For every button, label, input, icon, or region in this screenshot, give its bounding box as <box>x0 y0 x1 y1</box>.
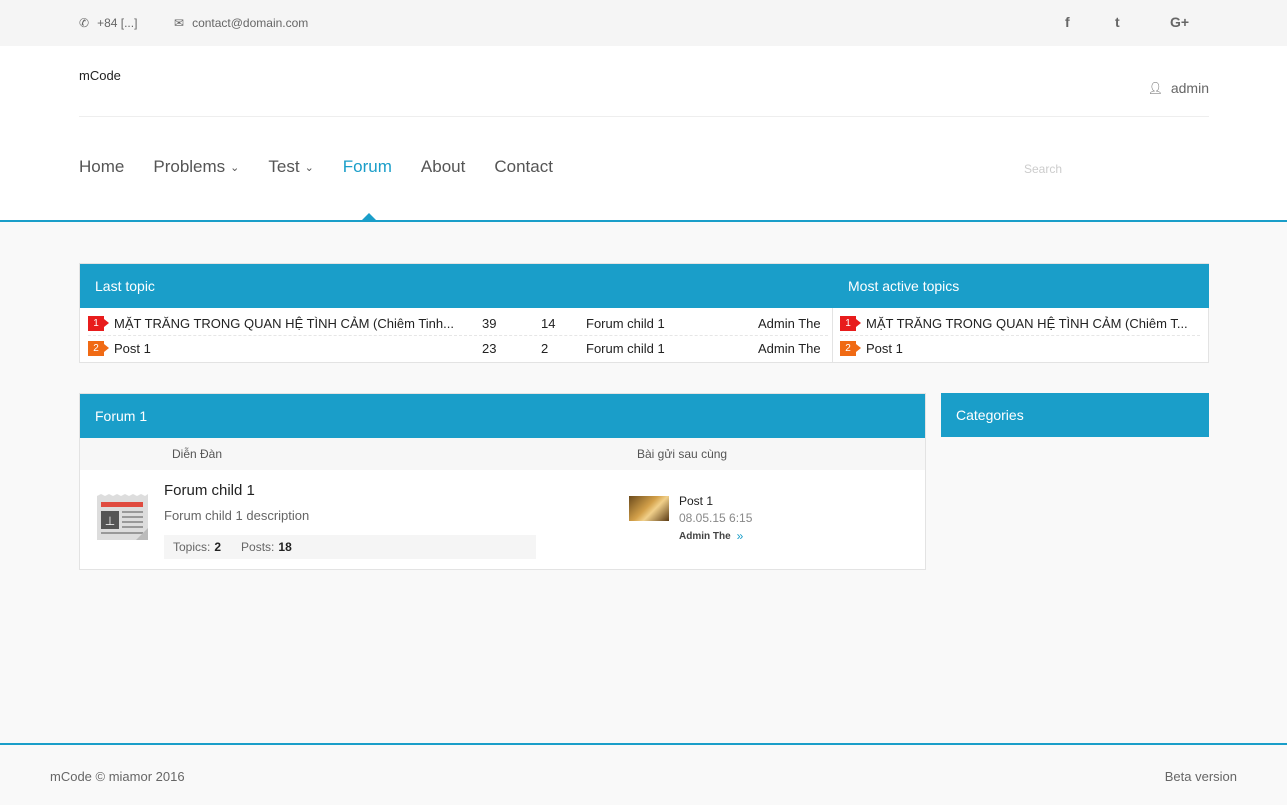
active-topic-row[interactable]: 2 Post 1 <box>840 336 1200 360</box>
top-bar: ✆ +84 [...] ✉ contact@domain.com f t G+ <box>0 0 1287 46</box>
post-thumbnail[interactable] <box>629 496 669 521</box>
topic-author[interactable]: Admin The <box>758 341 821 356</box>
nav-about[interactable]: About <box>421 157 465 177</box>
email-contact[interactable]: ✉ contact@domain.com <box>174 16 308 30</box>
nav-forum[interactable]: Forum <box>343 157 392 177</box>
main-nav: Home Problems ⌄ Test ⌄ Forum About Contact <box>79 157 582 177</box>
forum-child-title[interactable]: Forum child 1 <box>164 482 255 499</box>
phone-icon: ✆ <box>79 16 90 30</box>
nav-home[interactable]: Home <box>79 157 124 177</box>
chevron-down-icon: ⌄ <box>230 161 240 174</box>
topic-author[interactable]: Admin The <box>758 316 821 331</box>
facebook-icon[interactable]: f <box>1065 14 1070 30</box>
topic-forum[interactable]: Forum child 1 <box>586 341 758 356</box>
newspaper-icon: ⊥ <box>96 494 148 542</box>
rank-badge: 1 <box>840 316 861 331</box>
forum-stats: Topics: 2 Posts: 18 <box>164 535 536 559</box>
footer-version: Beta version <box>1164 769 1237 784</box>
email-text[interactable]: contact@domain.com <box>192 16 308 30</box>
nav-forum-label[interactable]: Forum <box>343 157 392 177</box>
search-input[interactable] <box>1024 162 1209 176</box>
header-divider <box>79 116 1209 117</box>
forum-header: Forum 1 <box>80 394 925 438</box>
panel-divider <box>832 308 833 363</box>
user-name[interactable]: admin <box>1171 80 1209 96</box>
google-plus-icon[interactable]: G+ <box>1170 14 1189 30</box>
active-topic-title[interactable]: Post 1 <box>866 341 903 356</box>
topics-label: Topics: <box>173 540 211 554</box>
col-forum: Diễn Đàn <box>172 447 223 461</box>
topic-views: 23 <box>482 340 497 356</box>
topic-replies: 14 <box>541 316 556 331</box>
last-topic-row[interactable]: 2 Post 1 23 2 Forum child 1 Admin The <box>88 336 828 360</box>
posts-label: Posts: <box>241 540 275 554</box>
nav-test[interactable]: Test ⌄ <box>268 157 313 177</box>
last-post-title[interactable]: Post 1 <box>679 494 713 508</box>
phone-contact: ✆ +84 [...] <box>79 16 137 30</box>
topics-count: 2 <box>214 540 222 554</box>
most-active-header: Most active topics <box>833 264 1209 308</box>
nav-test-label[interactable]: Test <box>268 157 299 177</box>
double-chevron-right-icon[interactable]: » <box>737 529 744 543</box>
rank-badge: 2 <box>88 340 109 356</box>
chevron-down-icon: ⌄ <box>304 161 314 174</box>
nav-contact-label[interactable]: Contact <box>494 157 553 177</box>
site-logo[interactable]: mCode <box>79 68 121 83</box>
categories-panel: Categories <box>941 393 1209 437</box>
footer-copyright: mCode © miamor 2016 <box>50 769 185 784</box>
last-topic-row[interactable]: 1 MẶT TRĂNG TRONG QUAN HỆ TÌNH CẢM (Chiê… <box>88 312 828 336</box>
forum-child-desc: Forum child 1 description <box>164 508 310 523</box>
topic-title[interactable]: Post 1 <box>114 341 482 356</box>
site-footer: mCode © miamor 2016 Beta version <box>0 743 1287 805</box>
nav-contact[interactable]: Contact <box>494 157 553 177</box>
topic-forum[interactable]: Forum child 1 <box>586 316 758 331</box>
user-icon: 👤︎ <box>1147 81 1163 95</box>
active-topic-row[interactable]: 1 MẶT TRĂNG TRONG QUAN HỆ TÌNH CẢM (Chiê… <box>840 312 1200 336</box>
topics-panel: Last topic Most active topics 1 MẶT TRĂN… <box>79 263 1209 363</box>
site-header: mCode 👤︎ admin Home Problems ⌄ Test ⌄ Foru… <box>0 46 1287 222</box>
svg-text:⊥: ⊥ <box>105 514 115 528</box>
posts-count: 18 <box>278 540 292 554</box>
active-topic-title[interactable]: MẶT TRĂNG TRONG QUAN HỆ TÌNH CẢM (Chiêm … <box>866 316 1188 331</box>
topic-title[interactable]: MẶT TRĂNG TRONG QUAN HỆ TÌNH CẢM (Chiêm … <box>114 316 482 331</box>
nav-problems[interactable]: Problems ⌄ <box>153 157 239 177</box>
twitter-icon[interactable]: t <box>1115 14 1120 30</box>
last-post-date: 08.05.15 6:15 <box>679 511 753 525</box>
forum-columns: Diễn Đàn Bài gửi sau cùng <box>80 438 925 470</box>
rank-badge: 2 <box>840 340 861 356</box>
categories-header: Categories <box>941 393 1209 437</box>
last-post-author-row: Admin The » <box>679 529 743 543</box>
active-nav-indicator <box>361 213 377 221</box>
last-topic-header: Last topic <box>80 264 833 308</box>
envelope-icon: ✉ <box>174 16 185 30</box>
forum-panel: Forum 1 Diễn Đàn Bài gửi sau cùng ⊥ Foru… <box>79 393 926 570</box>
phone-text: +84 [...] <box>97 16 138 30</box>
nav-home-label[interactable]: Home <box>79 157 124 177</box>
topic-views: 39 <box>482 316 497 331</box>
nav-problems-label[interactable]: Problems <box>153 157 225 177</box>
rank-badge: 1 <box>88 316 109 331</box>
last-post-author[interactable]: Admin The <box>679 531 731 542</box>
topic-replies: 2 <box>541 340 549 356</box>
col-last-post: Bài gửi sau cùng <box>637 447 728 461</box>
user-menu[interactable]: 👤︎ admin <box>1148 80 1209 96</box>
nav-about-label[interactable]: About <box>421 157 465 177</box>
